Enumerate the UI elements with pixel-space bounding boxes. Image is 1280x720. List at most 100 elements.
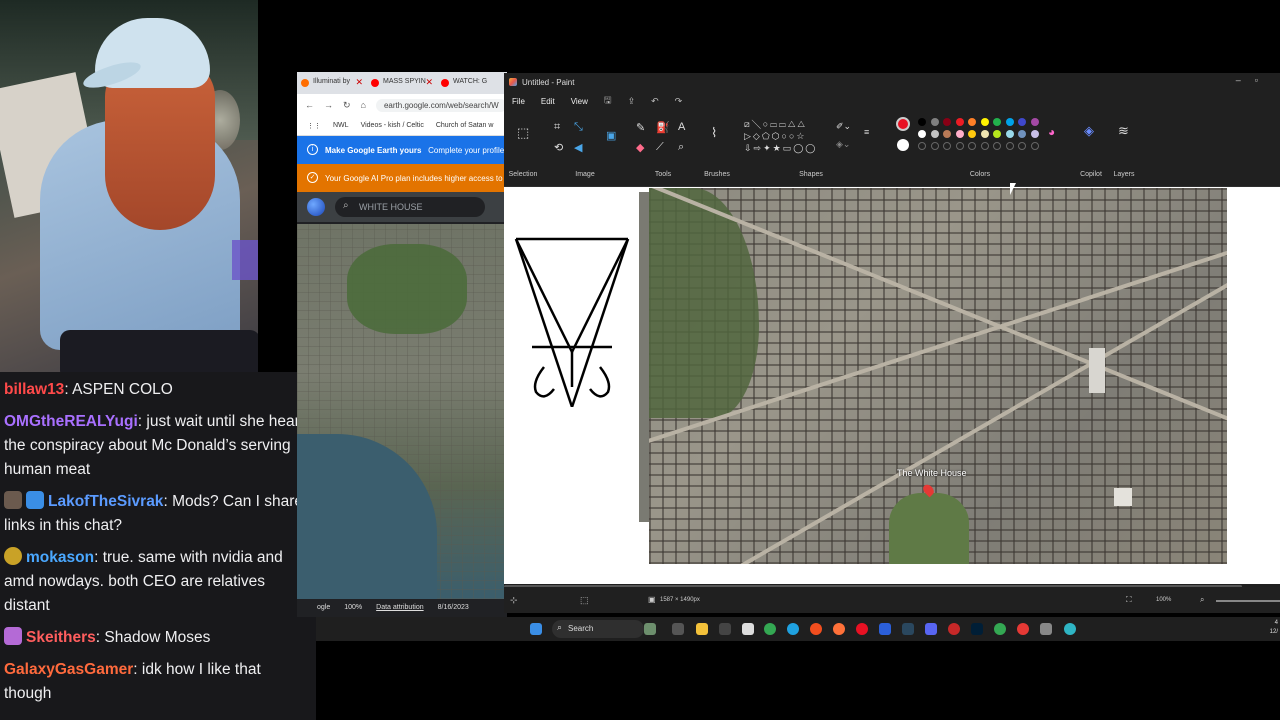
firefox-icon[interactable] [833, 623, 845, 635]
custom-color-slot[interactable] [1030, 142, 1039, 150]
chrome-icon-2[interactable] [994, 623, 1006, 635]
crop-icon[interactable]: ⌗ [554, 121, 560, 134]
calendar-icon[interactable] [742, 623, 754, 635]
ai-pro-banner[interactable]: ✓ Your Google AI Pro plan includes higher… [297, 164, 507, 192]
custom-color-slot[interactable] [993, 142, 1001, 150]
fill-shape-icon[interactable]: ◈⌄ [836, 139, 850, 150]
color-swatch[interactable] [1030, 130, 1039, 138]
brush-icon[interactable]: ⌇ [711, 125, 717, 141]
start-icon[interactable] [530, 623, 542, 635]
text-icon[interactable]: A [678, 121, 685, 133]
color-swatch[interactable] [930, 130, 939, 138]
browser-tab[interactable]: MASS SPYIN ✕ [367, 72, 437, 94]
fit-icon[interactable]: ⛶ [1126, 595, 1132, 605]
chat-username[interactable]: GalaxyGasGamer [4, 661, 133, 678]
paint-canvas[interactable]: The White House [504, 187, 1280, 584]
zoom-slider[interactable] [1216, 600, 1280, 602]
copilot-icon[interactable]: ◈ [1084, 123, 1094, 139]
app-icon-3[interactable] [948, 623, 960, 635]
color-swatch[interactable] [968, 130, 976, 138]
photoshop-icon[interactable] [971, 623, 983, 635]
secondary-color-swatch[interactable] [897, 139, 909, 151]
color-swatch[interactable] [930, 118, 939, 126]
app-icon-2[interactable] [879, 623, 891, 635]
color-swatch[interactable] [1018, 130, 1026, 138]
pencil-icon[interactable]: ✎ [636, 121, 645, 134]
chat-username[interactable]: billaw13 [4, 381, 64, 398]
color-swatch[interactable] [1005, 130, 1014, 138]
menu-view[interactable]: View [571, 97, 588, 106]
outline-icon[interactable]: ✐⌄ [836, 121, 851, 132]
color-swatch[interactable] [943, 130, 951, 138]
chat-username[interactable]: mokason [26, 549, 94, 566]
reload-icon[interactable]: ↻ [343, 100, 351, 111]
chrome-icon[interactable] [764, 623, 776, 635]
shapes-gallery-row3[interactable]: ⇩⇨✦★▭◯◯ [744, 143, 817, 154]
eraser-icon[interactable]: ◆ [636, 141, 644, 154]
color-swatch[interactable] [1030, 118, 1039, 126]
edge-icon[interactable] [787, 623, 799, 635]
color-swatch[interactable] [1018, 118, 1026, 126]
flip-icon[interactable]: ◀ [574, 141, 582, 154]
zoom-out-icon[interactable]: ⌕ [1200, 595, 1204, 605]
color-swatch[interactable] [918, 130, 926, 138]
brave-icon[interactable] [810, 623, 822, 635]
color-swatch[interactable] [955, 118, 964, 126]
earth-map-view[interactable] [297, 224, 507, 599]
app-icon[interactable] [719, 623, 731, 635]
custom-color-slot[interactable] [918, 142, 926, 150]
custom-color-slot[interactable] [930, 142, 939, 150]
size-icon[interactable]: ≡ [864, 127, 869, 137]
chat-username[interactable]: LakofTheSivrak [48, 493, 163, 510]
fill-icon[interactable]: ⛽ [656, 121, 670, 134]
zoom-level[interactable]: 100% [1156, 597, 1171, 603]
file-explorer-icon[interactable] [696, 623, 708, 635]
bookmark-item[interactable]: Videos - kish / Celtic [361, 122, 424, 129]
discord-icon[interactable] [925, 623, 937, 635]
redo-icon[interactable]: ↷ [675, 96, 683, 107]
minimize-icon[interactable]: – [1236, 75, 1255, 85]
color-swatch[interactable] [943, 118, 951, 126]
satellite-map-image[interactable]: The White House [649, 188, 1227, 564]
task-view-icon[interactable] [672, 623, 684, 635]
forward-icon[interactable]: → [324, 100, 333, 110]
share-icon[interactable]: ⇪ [628, 96, 636, 107]
browser-tab[interactable]: WATCH: G [437, 72, 507, 94]
custom-color-slot[interactable] [1018, 142, 1026, 150]
layers-icon[interactable]: ≋ [1118, 123, 1129, 139]
data-attribution-link[interactable]: Data attribution [376, 604, 423, 617]
color-swatch[interactable] [955, 130, 964, 138]
clock[interactable]: 4 12/ [1270, 619, 1278, 637]
opera-icon[interactable] [856, 623, 868, 635]
browser-tab[interactable]: Illuminati by ✕ [297, 72, 367, 94]
settings-icon[interactable] [1040, 623, 1052, 635]
earth-search-input[interactable]: ⌕ WHITE HOUSE [335, 197, 485, 217]
google-earth-icon[interactable] [307, 198, 325, 216]
bookmark-item[interactable]: Church of Satan w [436, 122, 494, 129]
menu-file[interactable]: File [512, 97, 525, 106]
close-tab-icon[interactable]: ✕ [425, 77, 433, 88]
shapes-gallery-row2[interactable]: ▷◇⬠⬡○○☆ [744, 131, 806, 142]
bookmark-item[interactable]: NWL [333, 122, 349, 129]
widgets-icon[interactable] [644, 623, 656, 635]
edit-colors-icon[interactable]: ◕ [1048, 125, 1055, 139]
color-swatch[interactable] [993, 118, 1001, 126]
color-swatch[interactable] [968, 118, 976, 126]
color-swatch[interactable] [993, 130, 1001, 138]
custom-color-slot[interactable] [943, 142, 951, 150]
custom-color-slot[interactable] [980, 142, 989, 150]
color-picker-icon[interactable]: ⟋ [656, 141, 664, 154]
color-swatch[interactable] [918, 118, 926, 126]
profile-banner[interactable]: i Make Google Earth yours Complete your p… [297, 136, 507, 164]
color-swatch[interactable] [980, 118, 989, 126]
color-swatch[interactable] [1005, 118, 1014, 126]
menu-edit[interactable]: Edit [541, 97, 555, 106]
apps-icon[interactable]: ⋮⋮ [307, 122, 321, 130]
selection-icon[interactable]: ⬚ [517, 125, 529, 141]
custom-color-slot[interactable] [955, 142, 964, 150]
primary-color-swatch[interactable] [896, 117, 910, 131]
chrome-icon-3[interactable] [1017, 623, 1029, 635]
url-field[interactable]: earth.google.com/web/search/W [375, 98, 507, 112]
magnifier-icon[interactable]: ⌕ [678, 141, 684, 154]
back-icon[interactable]: ← [305, 100, 314, 110]
